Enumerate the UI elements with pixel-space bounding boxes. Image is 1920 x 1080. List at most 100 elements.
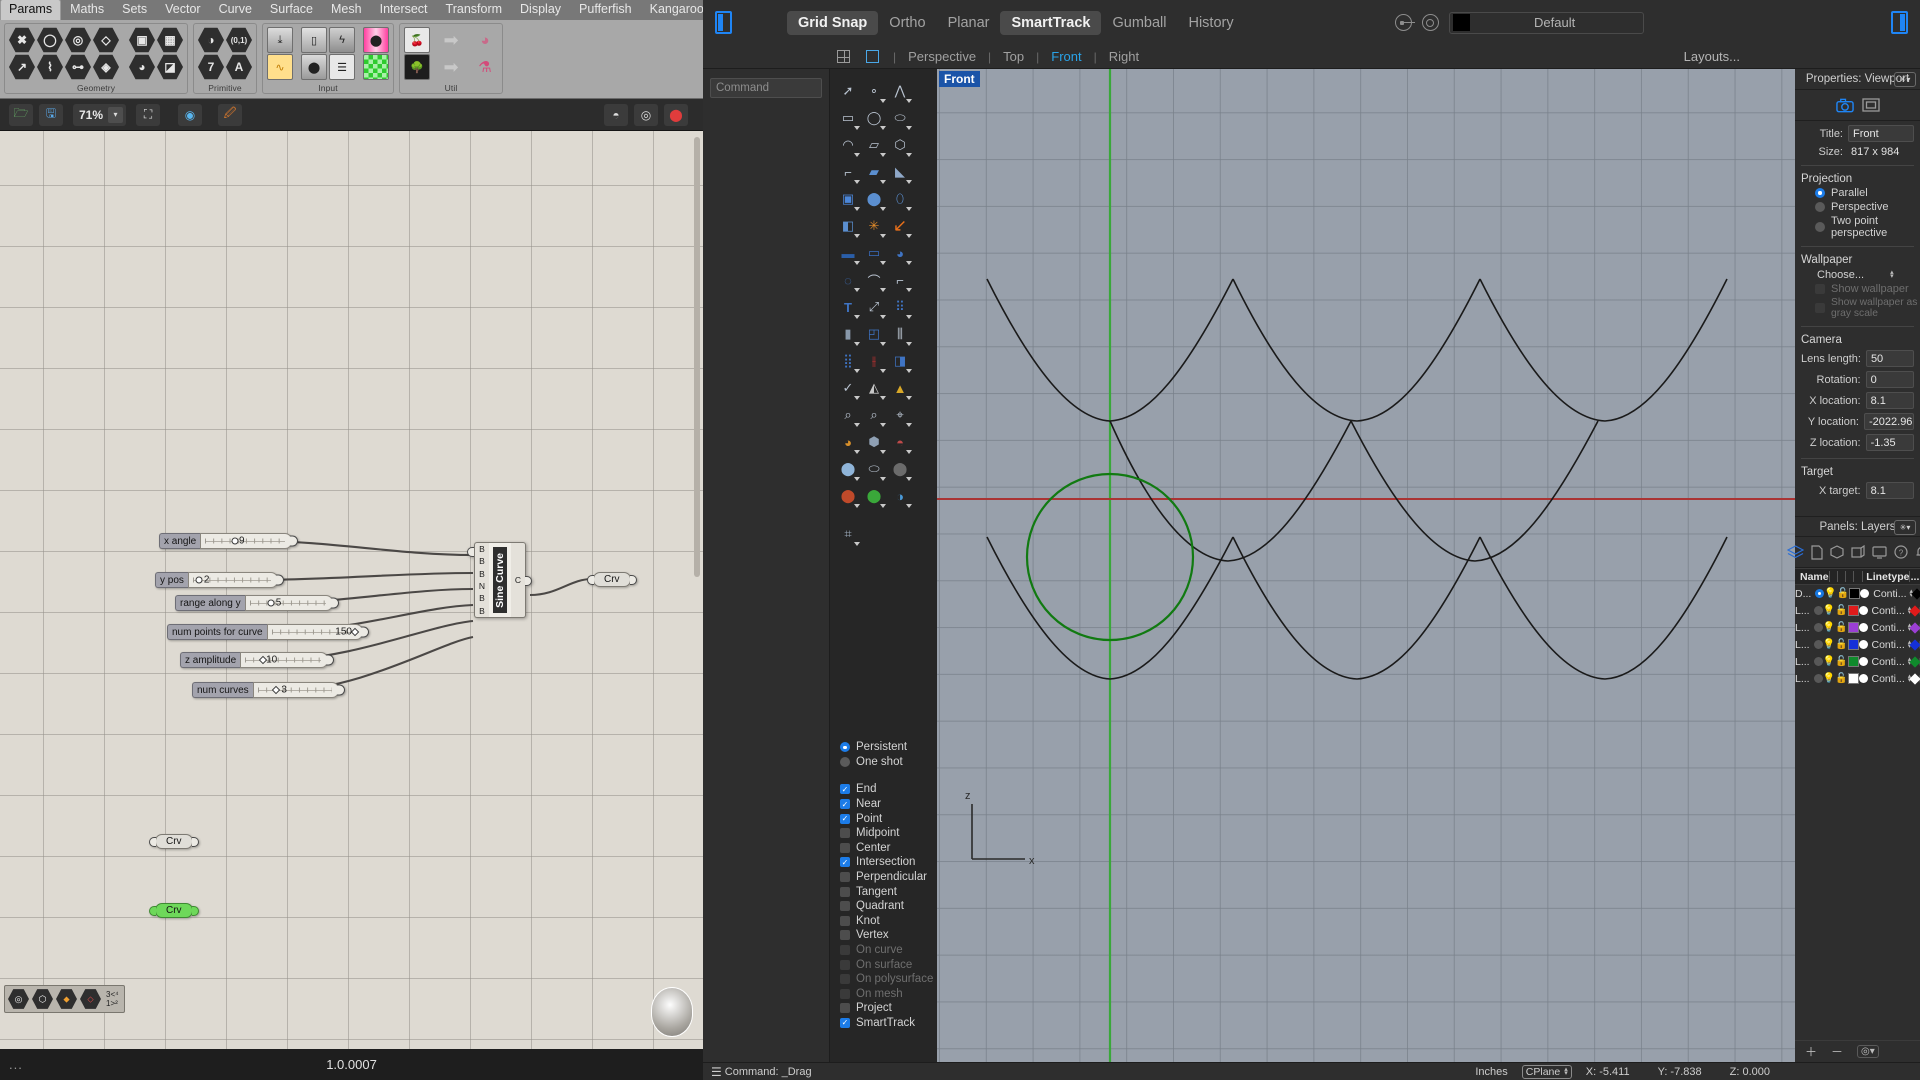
ribbon-tab-transform[interactable]: Transform — [437, 0, 512, 20]
paint-bucket-icon[interactable]: ◓ — [604, 104, 628, 126]
polygon-icon[interactable]: ⬡ — [888, 133, 912, 157]
component-icon[interactable]: ◎ — [8, 989, 29, 1010]
material-icon[interactable]: ⬤ — [888, 457, 912, 481]
lock-icon[interactable]: 🔓 — [1835, 656, 1847, 667]
canvas-widget-palette[interactable]: ◎ ⬡ ⬥ ⬦ 3<⁴1>² — [4, 985, 125, 1013]
ribbon-tab-sets[interactable]: Sets — [113, 0, 156, 20]
circle-icon[interactable]: ◯ — [862, 106, 886, 130]
osnap-smarttrack[interactable]: ✓SmartTrack — [840, 1016, 937, 1031]
boolean-union-icon[interactable]: ⬤ — [862, 187, 886, 211]
light-bulb-icon[interactable]: 💡 — [1823, 656, 1835, 667]
panel-icon[interactable]: ▯ — [301, 27, 327, 53]
layer-target-icon[interactable] — [1422, 14, 1439, 31]
checkbox-icon[interactable]: ✓ — [840, 814, 850, 824]
osnap-knot[interactable]: Knot — [840, 914, 937, 929]
cherry-picker-icon[interactable]: 🍒 — [404, 27, 430, 53]
bake-obj-icon[interactable]: ⬥ — [56, 989, 77, 1010]
canvas-scrollbar-vertical[interactable] — [694, 137, 700, 577]
cluster-icon[interactable]: ◕ — [472, 27, 498, 53]
scale-icon[interactable]: ⤢ — [862, 295, 886, 319]
component-output-ports[interactable]: C — [511, 542, 526, 618]
object-props-icon[interactable] — [1830, 543, 1844, 561]
slider-track[interactable]: 2 — [188, 572, 278, 588]
circular-icon[interactable]: ◎ — [65, 27, 91, 53]
x-location-input[interactable]: 8.1 — [1866, 392, 1914, 409]
gradient-icon[interactable]: ⬤ — [363, 27, 389, 53]
polyline-icon[interactable]: ⋀ — [888, 79, 912, 103]
help-icon[interactable]: ? — [1894, 543, 1908, 561]
current-layer-radio-icon[interactable] — [1814, 674, 1823, 683]
lock-icon[interactable]: 🔓 — [1835, 639, 1847, 650]
add-layer-icon[interactable]: ＋ — [1805, 1043, 1817, 1060]
curve-icon[interactable]: ⌇ — [37, 54, 63, 80]
preview-obj-icon[interactable]: ⬦ — [80, 989, 101, 1010]
integer-icon[interactable]: 7 — [198, 54, 224, 80]
zoom-extents-icon[interactable]: ⛶ — [136, 104, 160, 126]
grasshopper-canvas[interactable]: x angle 9 y pos 2 range along y — [0, 131, 703, 1049]
toggle-planar[interactable]: Planar — [937, 11, 1001, 35]
left-panel-toggle-icon[interactable] — [715, 11, 732, 34]
osnap-intersection[interactable]: ✓Intersection — [840, 855, 937, 870]
print-color-swatch[interactable] — [1859, 640, 1868, 649]
lens-length-input[interactable]: 50 — [1866, 350, 1914, 367]
surface-edit-icon[interactable]: ▰ — [862, 160, 886, 184]
osnap-tangent[interactable]: Tangent — [840, 884, 937, 899]
arc-icon[interactable]: ◠ — [836, 133, 860, 157]
mesh-icon[interactable]: ▦ — [157, 27, 183, 53]
light-bulb-icon[interactable]: 💡 — [1824, 588, 1836, 599]
table-row[interactable]: D... 💡 🔓 Conti...▴▾ [▴▾ — [1795, 585, 1920, 602]
save-disk-icon[interactable]: 🖫 — [39, 104, 63, 126]
geometry-icon[interactable]: ✖ — [9, 27, 35, 53]
layer-color-swatch[interactable] — [1848, 639, 1859, 650]
current-layer-radio-icon[interactable] — [1814, 657, 1823, 666]
sphere-render-icon[interactable]: ⬤ — [836, 457, 860, 481]
select-arrow-icon[interactable]: ➚ — [836, 79, 860, 103]
box-icon[interactable]: ▣ — [129, 27, 155, 53]
boolean-difference-icon[interactable]: ◕ — [888, 241, 912, 265]
line-icon[interactable]: ⊶ — [65, 54, 91, 80]
ribbon-tab-mesh[interactable]: Mesh — [322, 0, 371, 20]
x-target-input[interactable]: 8.1 — [1866, 482, 1914, 499]
lock-icon[interactable]: 🔓 — [1837, 588, 1849, 599]
cap-icon[interactable]: ◰ — [862, 322, 886, 346]
light-bulb-icon[interactable]: 💡 — [1823, 622, 1835, 633]
slider-track[interactable]: 150 — [267, 624, 363, 640]
cplane-icon[interactable]: ⌗ — [836, 522, 860, 546]
cylinder-icon[interactable]: ⬯ — [888, 187, 912, 211]
checkbox-icon[interactable]: ✓ — [840, 799, 850, 809]
layouts-button[interactable]: Layouts... — [1684, 49, 1740, 64]
toggle-grid-snap[interactable]: Grid Snap — [787, 11, 878, 35]
slider-x-angle[interactable]: x angle 9 — [159, 533, 292, 549]
split-icon[interactable]: ↙ — [888, 214, 912, 238]
flask-icon[interactable]: ⚗ — [472, 54, 498, 80]
print-color-swatch[interactable] — [1859, 623, 1868, 632]
slider-range-along-y[interactable]: range along y 5 — [175, 595, 333, 611]
current-layer-radio-icon[interactable] — [1814, 606, 1823, 615]
ribbon-tab-surface[interactable]: Surface — [261, 0, 322, 20]
print-color-swatch[interactable] — [1859, 657, 1868, 666]
osnap-perpendicular[interactable]: Perpendicular — [840, 870, 937, 885]
shell-icon[interactable]: ▮ — [836, 322, 860, 346]
pyramid-icon[interactable]: ▲ — [888, 376, 912, 400]
eye-preview-icon[interactable]: ◉ — [178, 104, 202, 126]
zoom-selected-icon[interactable]: ⌖ — [888, 403, 912, 427]
current-layer-radio-icon[interactable] — [1814, 640, 1823, 649]
table-row[interactable]: L... 💡 🔓 Conti...▴▾ [▴▾ — [1795, 619, 1920, 636]
toggle-smarttrack[interactable]: SmartTrack — [1000, 11, 1101, 35]
curve-box-icon[interactable]: ▱ — [862, 133, 886, 157]
toggle-ortho[interactable]: Ortho — [878, 11, 936, 35]
projection-parallel[interactable]: Parallel — [1815, 187, 1920, 199]
osnap-midpoint[interactable]: Midpoint — [840, 826, 937, 841]
checkbox-icon[interactable] — [840, 887, 850, 897]
table-row[interactable]: L... 💡 🔓 Conti...▴▾ [▴▾ — [1795, 653, 1920, 670]
render-icon[interactable]: ◕ — [836, 430, 860, 454]
ribbon-tab-intersect[interactable]: Intersect — [371, 0, 437, 20]
boolean-icon[interactable]: ◑ — [198, 27, 224, 53]
viewport-tab-front[interactable]: Front — [1039, 49, 1093, 64]
fillet-curve-icon[interactable]: ⌐ — [836, 160, 860, 184]
viewport-frame-icon[interactable] — [1862, 96, 1880, 114]
osnap-vertex[interactable]: Vertex — [840, 928, 937, 943]
display-icon[interactable] — [1872, 543, 1887, 561]
cplane-selector[interactable]: CPlane ▴▾ — [1522, 1065, 1572, 1079]
layer-color-swatch[interactable] — [1848, 673, 1859, 684]
